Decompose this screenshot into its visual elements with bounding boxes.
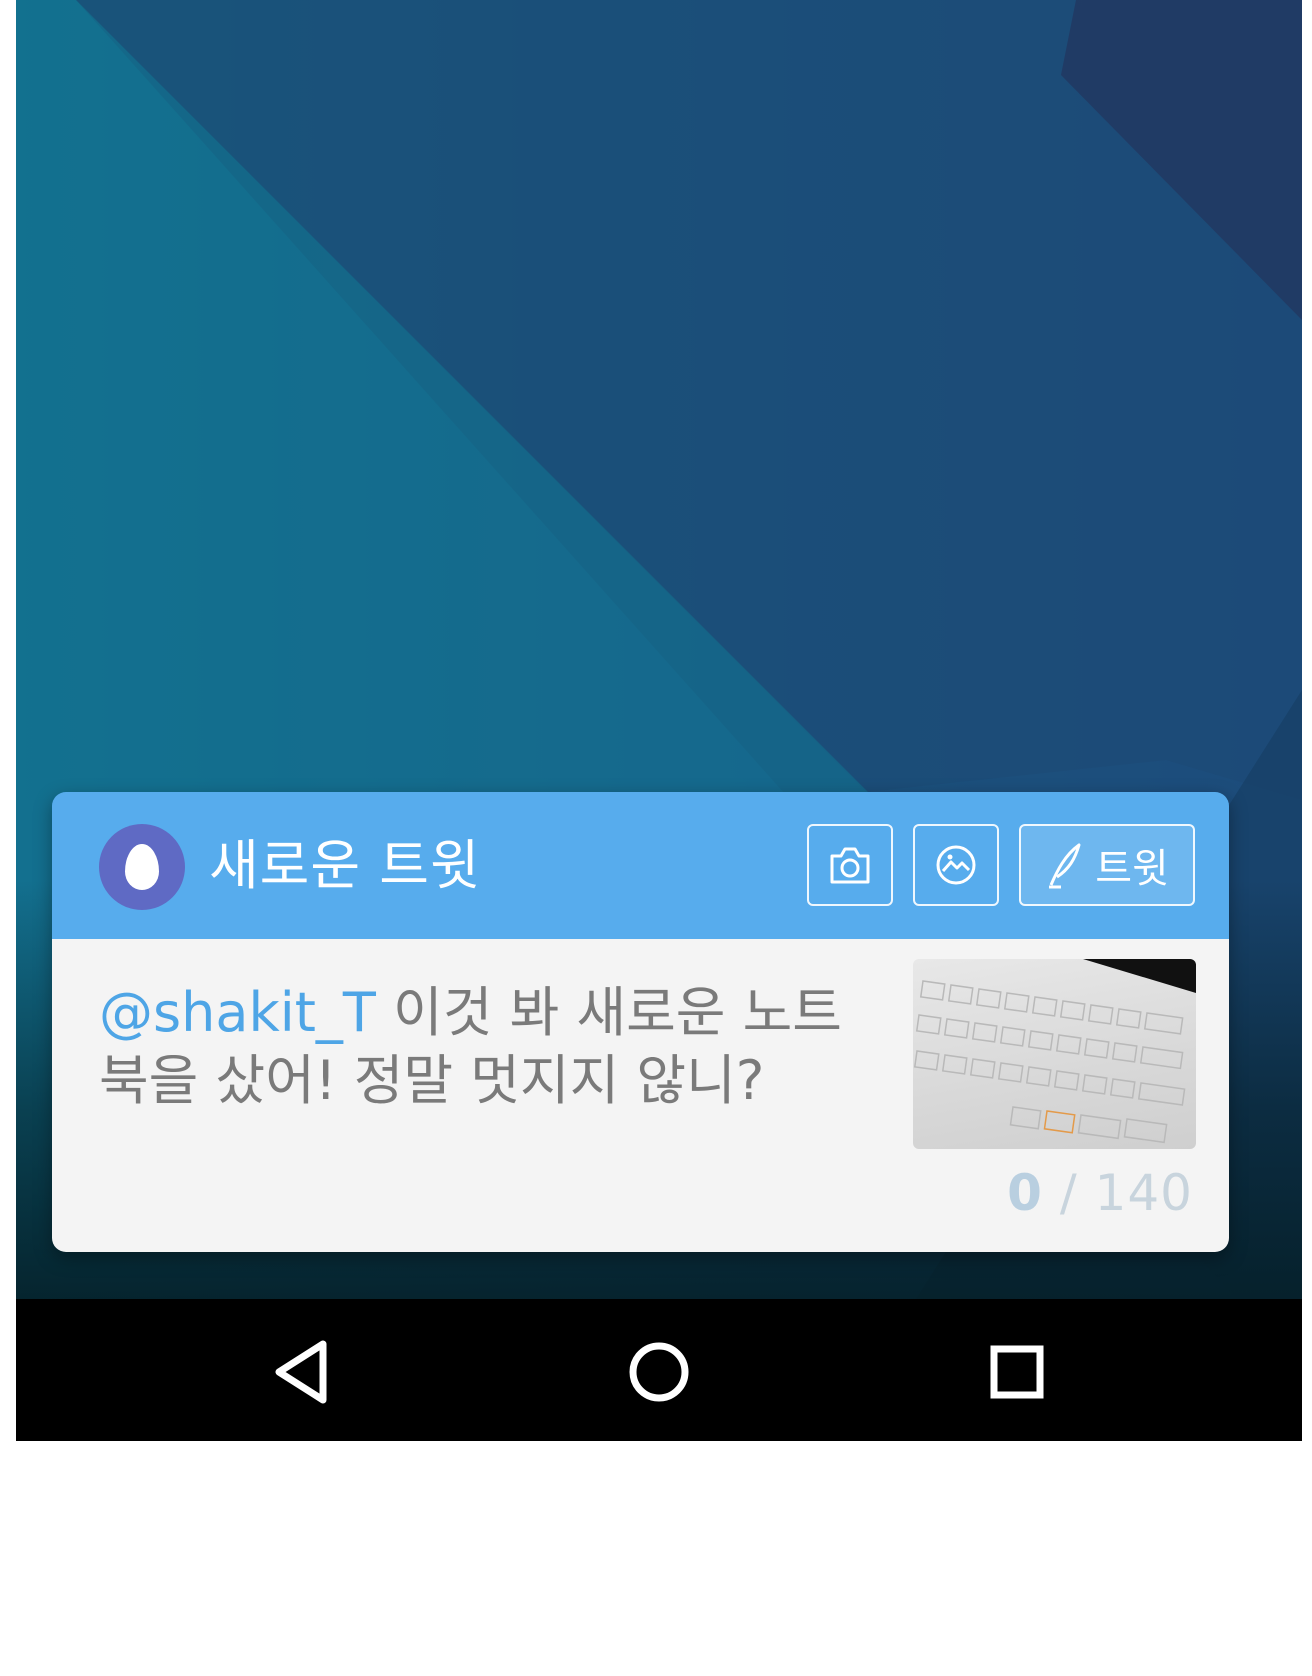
recents-square-icon	[990, 1345, 1044, 1399]
tweet-button-label: 트윗	[1095, 846, 1169, 892]
widget-header: 새로운 트윗 트윗	[52, 792, 1229, 939]
egg-shape	[125, 844, 159, 890]
back-triangle-icon	[275, 1340, 327, 1404]
tweet-text[interactable]: @shakit_T 이것 봐 새로운 노트북을 샀어! 정말 멋지지 않니?	[99, 979, 869, 1115]
egg-avatar-icon[interactable]	[99, 824, 185, 910]
image-gallery-icon	[936, 845, 976, 885]
char-limit: 140	[1094, 1164, 1193, 1222]
new-tweet-widget: 새로운 트윗 트윗 @shakit_T 이것 봐 새로운 노트북을 샀어! 정말…	[52, 792, 1229, 1252]
navigation-bar	[16, 1299, 1302, 1441]
recents-button[interactable]	[982, 1337, 1052, 1407]
home-circle-icon	[629, 1342, 689, 1402]
camera-button[interactable]	[807, 824, 893, 906]
widget-title: 새로운 트윗	[209, 834, 481, 897]
back-button[interactable]	[266, 1337, 336, 1407]
attached-photo-thumbnail[interactable]	[913, 959, 1196, 1149]
keyboard-photo	[913, 959, 1196, 1144]
char-separator: /	[1042, 1164, 1095, 1222]
camera-icon	[830, 847, 870, 884]
mention-text: @shakit_T	[99, 981, 376, 1044]
character-counter: 0 / 140	[1007, 1164, 1193, 1222]
quill-pen-icon	[1049, 843, 1081, 889]
home-button[interactable]	[624, 1337, 694, 1407]
tweet-compose-area[interactable]: @shakit_T 이것 봐 새로운 노트북을 샀어! 정말 멋지지 않니? 0…	[52, 939, 1229, 1252]
tweet-button[interactable]: 트윗	[1019, 824, 1195, 906]
char-count: 0	[1007, 1164, 1043, 1222]
gallery-button[interactable]	[913, 824, 999, 906]
